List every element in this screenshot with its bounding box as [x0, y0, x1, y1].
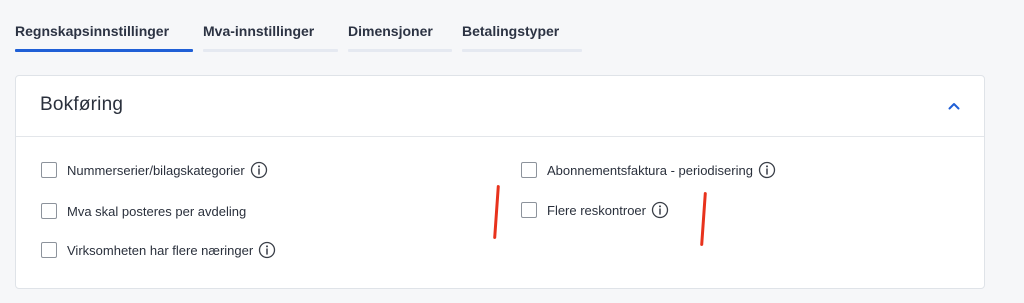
info-icon[interactable] [250, 161, 268, 179]
tab-label: Dimensjoner [348, 23, 433, 39]
checkbox-nummerserier[interactable] [41, 162, 57, 178]
tab-label: Betalingstyper [462, 23, 560, 39]
checkbox-abonnementsfaktura[interactable] [521, 162, 537, 178]
info-icon[interactable] [651, 201, 669, 219]
tab-label: Regnskapsinnstillinger [15, 23, 170, 39]
info-icon[interactable] [258, 241, 276, 259]
settings-tabs: Regnskapsinnstillinger Mva-innstillinger… [15, 20, 592, 52]
tab-regnskapsinnstillinger[interactable]: Regnskapsinnstillinger [15, 20, 193, 52]
option-flere-naeringer: Virksomheten har flere næringer [41, 240, 276, 260]
tab-underline [203, 49, 338, 52]
option-mva-per-avdeling: Mva skal posteres per avdeling [41, 201, 246, 221]
chevron-up-icon[interactable] [946, 98, 962, 114]
option-nummerserier: Nummerserier/bilagskategorier [41, 160, 268, 180]
option-label: Flere reskontroer [547, 202, 646, 218]
option-label: Nummerserier/bilagskategorier [67, 162, 245, 178]
tab-betalingstyper[interactable]: Betalingstyper [462, 20, 582, 52]
option-flere-reskontroer: Flere reskontroer [521, 200, 669, 220]
checkbox-flere-reskontroer[interactable] [521, 202, 537, 218]
tab-label: Mva-innstillinger [203, 23, 315, 39]
option-label: Virksomheten har flere næringer [67, 242, 254, 258]
panel-title: Bokføring [40, 94, 124, 115]
panel-header[interactable]: Bokføring [16, 76, 984, 137]
info-icon[interactable] [758, 161, 776, 179]
option-abonnementsfaktura: Abonnementsfaktura - periodisering [521, 160, 776, 180]
checkbox-flere-naeringer[interactable] [41, 242, 57, 258]
tab-mva-innstillinger[interactable]: Mva-innstillinger [203, 20, 338, 52]
tab-underline [462, 49, 582, 52]
tab-dimensjoner[interactable]: Dimensjoner [348, 20, 452, 52]
checkbox-mva-per-avdeling[interactable] [41, 203, 57, 219]
option-label: Mva skal posteres per avdeling [67, 203, 247, 219]
option-label: Abonnementsfaktura - periodisering [547, 162, 753, 178]
tab-underline [348, 49, 452, 52]
tab-active-underline [15, 49, 193, 52]
bokforing-panel: Bokføring Nummerserier/bilagskategorier … [15, 75, 985, 289]
